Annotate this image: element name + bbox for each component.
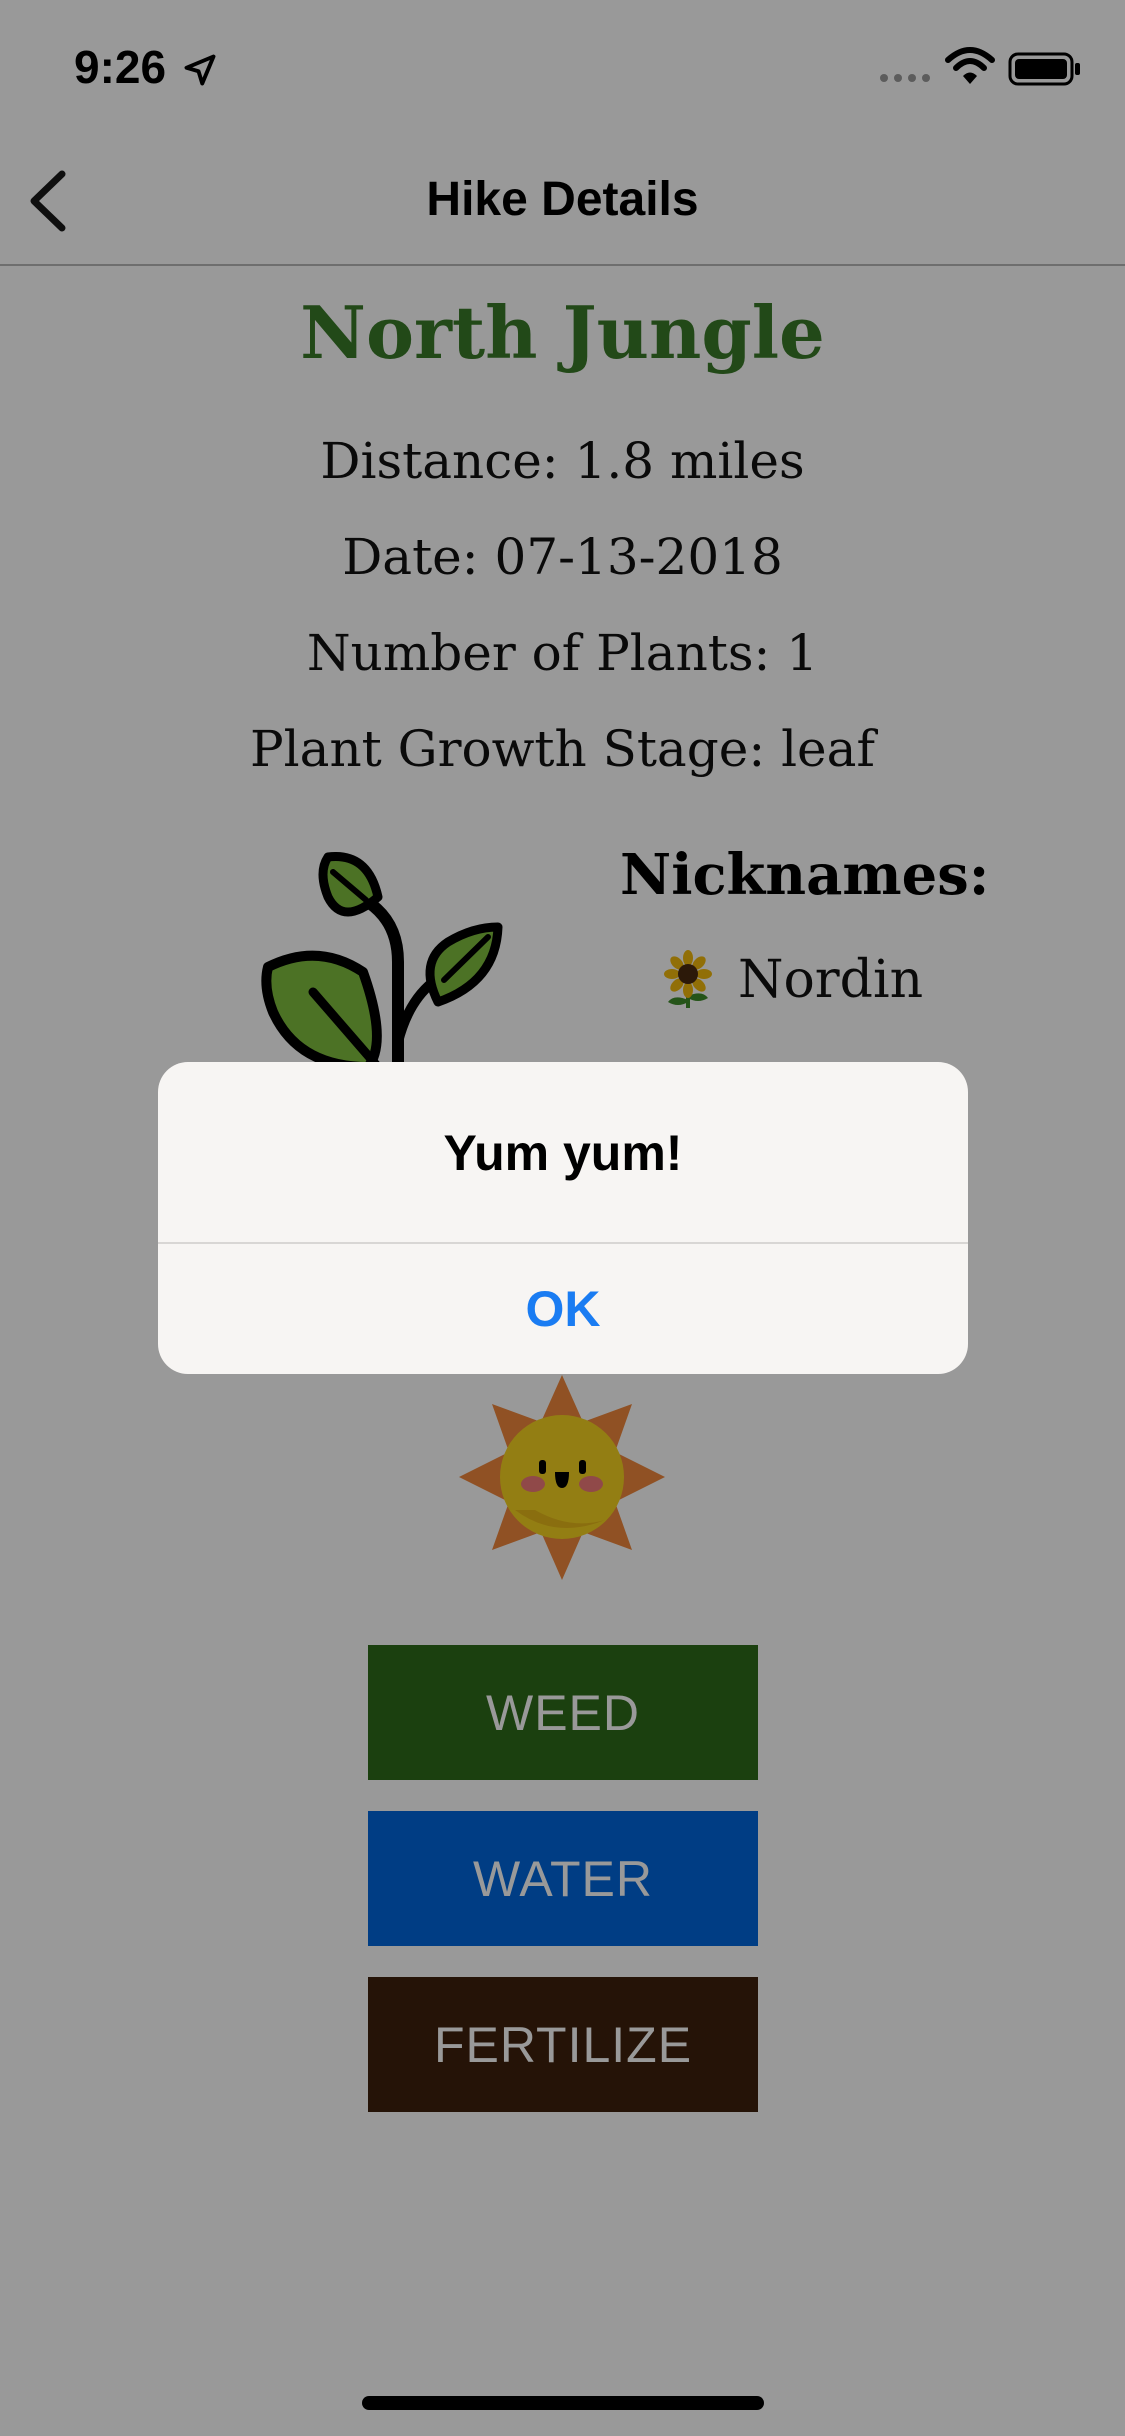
alert-ok-button[interactable]: OK [158, 1244, 968, 1374]
alert-dialog: Yum yum! OK [158, 1062, 968, 1374]
alert-title: Yum yum! [443, 1125, 683, 1181]
home-indicator[interactable] [362, 2396, 764, 2410]
hike-details-screen: 9:26 Hike Details North Jungle Distance:… [0, 0, 1125, 2436]
